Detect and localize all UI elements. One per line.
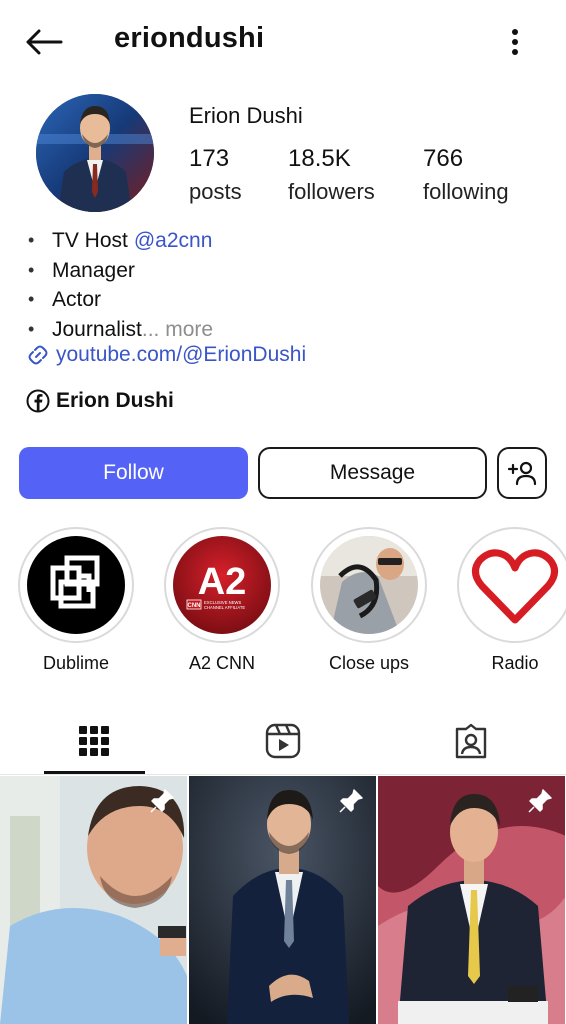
highlight-label: Radio <box>491 653 539 673</box>
stat-following[interactable]: 766 following <box>423 145 509 205</box>
story-highlight[interactable]: Radio <box>457 527 566 674</box>
stat-followers[interactable]: 18.5K followers <box>288 145 375 205</box>
highlight-ring: A2 CNN EXCLUSIVE NEWS CHANNEL AFFILIATE <box>164 527 280 643</box>
top-bar: eriondushi <box>0 0 566 84</box>
external-link-text: youtube.com/@ErionDushi <box>56 343 307 366</box>
story-highlight[interactable]: Dublime <box>18 527 134 674</box>
pin-icon <box>527 788 553 819</box>
profile-bio: • TV Host @a2cnn • Manager • Actor • Jou… <box>28 226 213 344</box>
add-user-icon <box>507 461 537 486</box>
facebook-name: Erion Dushi <box>56 389 174 412</box>
message-button[interactable]: Message <box>258 447 487 499</box>
highlight-ring <box>311 527 427 643</box>
following-count: 766 <box>423 145 464 172</box>
bio-text: TV Host <box>52 229 128 252</box>
following-label: following <box>423 179 509 204</box>
profile-full-name: Erion Dushi <box>189 103 303 128</box>
story-highlight[interactable]: Close ups <box>311 527 427 674</box>
profile-avatar[interactable] <box>36 94 154 212</box>
bio-line: • Actor <box>28 285 213 315</box>
bio-text: Journalist <box>52 317 142 341</box>
stat-posts[interactable]: 173 posts <box>189 145 242 205</box>
highlight-label: Dublime <box>42 653 110 673</box>
highlight-label: Close ups <box>328 653 410 673</box>
svg-text:CHANNEL AFFILIATE: CHANNEL AFFILIATE <box>204 605 245 610</box>
dublime-cover <box>27 536 125 634</box>
highlight-ring <box>457 527 566 643</box>
facebook-icon <box>26 389 50 413</box>
bio-more-link[interactable]: ... more <box>142 315 213 345</box>
bullet: • <box>28 259 35 280</box>
post-thumbnail[interactable] <box>378 776 565 1024</box>
external-link[interactable]: youtube.com/@ErionDushi <box>26 343 306 367</box>
followers-count: 18.5K <box>288 145 351 172</box>
svg-text:CNN: CNN <box>188 603 201 609</box>
posts-count: 173 <box>189 145 230 172</box>
post-thumbnail[interactable] <box>189 776 376 1024</box>
bio-line: • Manager <box>28 256 213 286</box>
highlight-ring <box>18 527 134 643</box>
tab-reels[interactable] <box>233 710 333 772</box>
pin-icon <box>338 788 364 819</box>
radio-cover <box>466 536 564 634</box>
profile-username: eriondushi <box>114 22 265 54</box>
link-icon <box>28 345 48 365</box>
bio-text: Actor <box>52 288 102 311</box>
followers-label: followers <box>288 179 375 204</box>
tab-posts[interactable] <box>44 710 144 772</box>
reels-icon <box>265 723 301 759</box>
pin-icon <box>149 788 175 819</box>
tab-divider <box>0 774 566 775</box>
follow-button[interactable]: Follow <box>19 447 248 499</box>
facebook-profile-link[interactable]: Erion Dushi <box>26 389 174 413</box>
a2-logo-text: A2 <box>198 561 247 603</box>
highlight-label: A2 CNN <box>188 653 255 673</box>
bullet: • <box>28 289 35 309</box>
post-thumbnail[interactable] <box>0 776 187 1024</box>
more-options-button[interactable] <box>500 22 530 62</box>
more-vertical-icon <box>512 29 518 55</box>
suggest-users-button[interactable] <box>497 447 547 499</box>
bullet: • <box>28 318 35 339</box>
bio-text: Manager <box>52 258 135 282</box>
back-button[interactable] <box>22 22 66 62</box>
a2cnn-cover: A2 CNN EXCLUSIVE NEWS CHANNEL AFFILIATE <box>173 536 271 634</box>
bio-line: • TV Host @a2cnn <box>28 226 213 256</box>
closeups-cover <box>320 536 418 634</box>
bio-line: • Journalist ... more <box>28 315 213 345</box>
tagged-icon <box>455 723 487 759</box>
grid-icon <box>79 726 109 756</box>
posts-label: posts <box>189 179 242 204</box>
bullet: • <box>28 230 35 250</box>
back-arrow-icon <box>26 29 63 55</box>
mention-link[interactable]: @a2cnn <box>134 226 213 256</box>
tab-tagged[interactable] <box>421 710 521 772</box>
story-highlight[interactable]: A2 CNN EXCLUSIVE NEWS CHANNEL AFFILIATE … <box>164 527 280 674</box>
